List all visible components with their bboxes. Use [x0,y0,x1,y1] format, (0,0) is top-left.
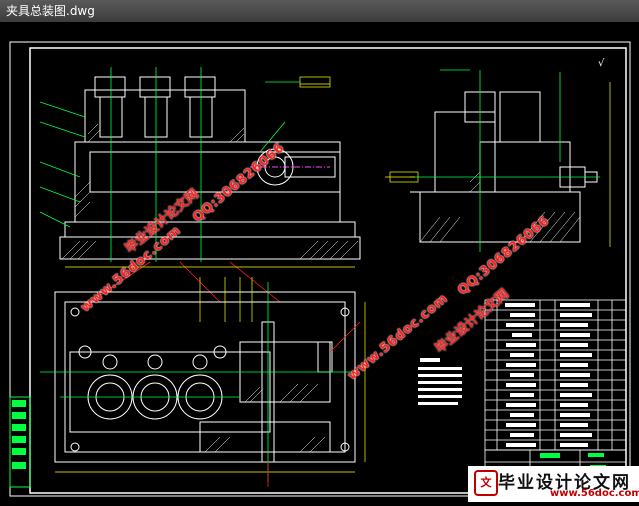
window-titlebar: 夹具总装图.dwg [0,0,639,23]
top-view [54,291,356,463]
roughness-symbol: √ [598,58,605,69]
document-title: 夹具总装图.dwg [6,4,95,18]
cad-drawing: √ [9,41,631,497]
top-view-hatching [204,383,326,453]
side-view-dimensions [385,82,611,247]
cad-drawing-canvas[interactable]: √ 毕业设计论文网 www.56doc.com QQ:306826066 www… [0,22,639,502]
top-view-dimensions [55,277,366,473]
binding-strip-cells [12,400,26,469]
side-view-centerlines [410,69,600,252]
footer-brand-url: www.56doc.com [550,488,639,499]
parts-list-table [484,299,627,451]
footer-brand-logo: 文 毕业设计论文网 www.56doc.com [468,466,639,502]
front-view [59,76,361,260]
side-view-hatching [419,171,581,243]
outer-frame [9,41,631,497]
technical-requirements [418,358,462,405]
brand-mark-icon: 文 [474,470,498,496]
parts-list-text-blocks [505,303,592,447]
